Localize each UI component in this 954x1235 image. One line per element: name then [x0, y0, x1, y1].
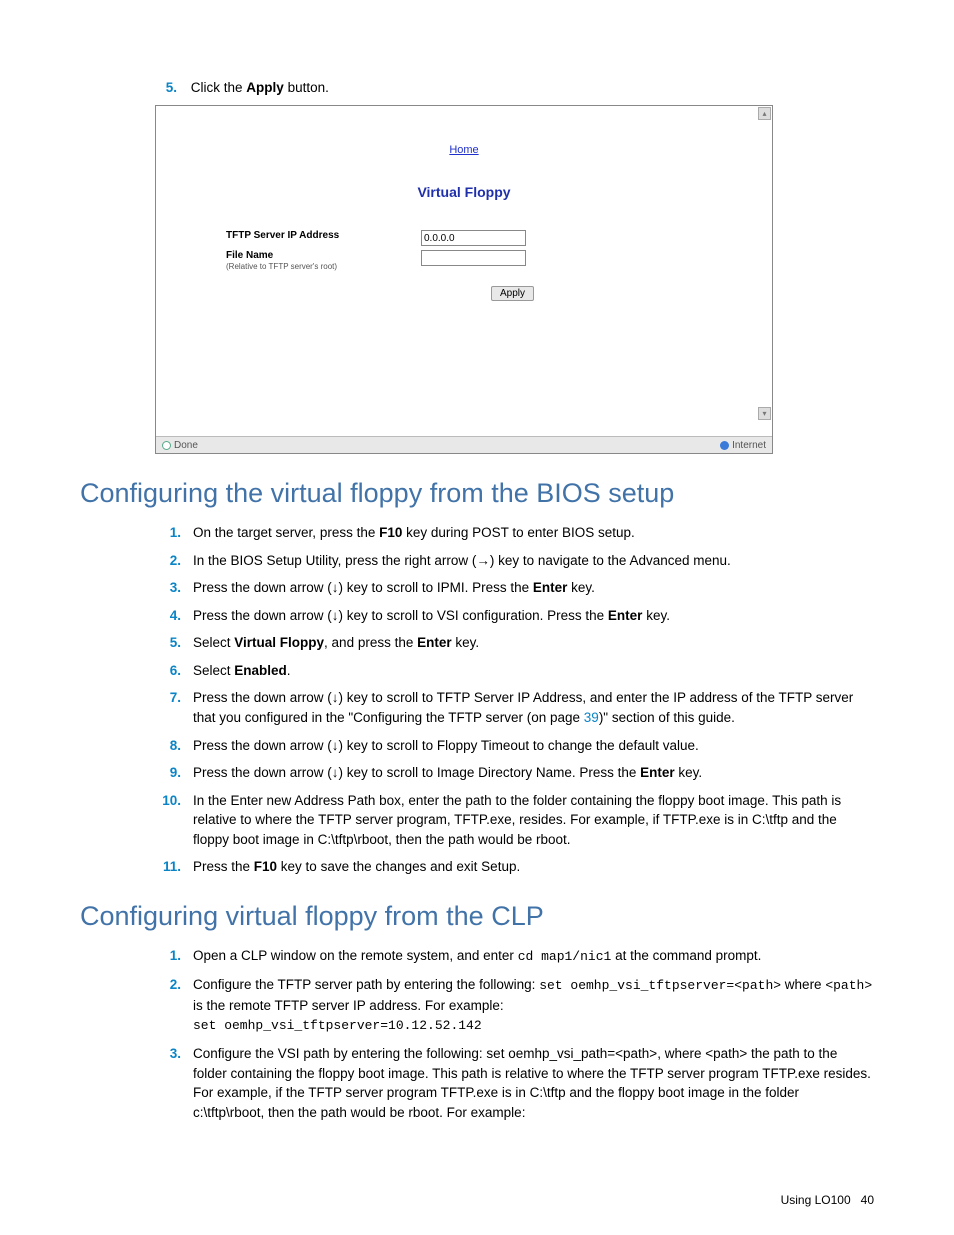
step-body: On the target server, press the F10 key …	[193, 523, 874, 543]
step-number: 2.	[155, 551, 181, 571]
list-item: 3.Configure the VSI path by entering the…	[155, 1044, 874, 1122]
heading-clp: Configuring virtual floppy from the CLP	[80, 901, 874, 932]
list-item: 3. Press the down arrow (↓) key to scroll…	[155, 578, 874, 598]
virtual-floppy-form: TFTP Server IP Address File Name (Relati…	[226, 230, 772, 301]
apply-button[interactable]: Apply	[491, 286, 534, 301]
step-body: In the BIOS Setup Utility, press the rig…	[193, 551, 874, 571]
done-icon	[162, 441, 171, 450]
step-number: 2.	[155, 975, 181, 1036]
step-body: Select Virtual Floppy, and press the Ent…	[193, 633, 874, 653]
step-body: Press the down arrow (↓) key to scroll t…	[193, 763, 874, 783]
footer-page: 40	[861, 1193, 874, 1207]
step-body: In the Enter new Address Path box, enter…	[193, 791, 874, 850]
footer-label: Using LO100	[781, 1193, 851, 1207]
list-item: 1. Open a CLP window on the remote system…	[155, 946, 874, 967]
step-body: Press the down arrow (↓) key to scroll t…	[193, 606, 874, 626]
page-ref-link[interactable]: 39	[584, 710, 599, 725]
scroll-up-icon[interactable]: ▴	[758, 107, 771, 120]
step-number: 11.	[155, 857, 181, 877]
step-body: Press the down arrow (↓) key to scroll t…	[193, 736, 874, 756]
step-number: 3.	[155, 578, 181, 598]
step-text-bold: Apply	[246, 80, 284, 95]
step-number: 5.	[155, 80, 177, 95]
step-body: Configure the TFTP server path by enteri…	[193, 975, 874, 1036]
code-text: cd map1/nic1	[518, 949, 612, 964]
step-body: Open a CLP window on the remote system, …	[193, 946, 874, 967]
status-done-text: Done	[174, 440, 198, 451]
list-item: 11. Press the F10 key to save the changes…	[155, 857, 874, 877]
file-name-label: File Name (Relative to TFTP server's roo…	[226, 250, 421, 272]
list-item: 2.Configure the TFTP server path by ente…	[155, 975, 874, 1036]
step-text-pre: Click the	[191, 80, 247, 95]
code-text: set oemhp_vsi_tftpserver=<path>	[539, 978, 781, 993]
list-item: 10. In the Enter new Address Path box, en…	[155, 791, 874, 850]
tftp-ip-input[interactable]	[421, 230, 526, 246]
step-body: Configure the VSI path by entering the f…	[193, 1044, 874, 1122]
list-item: 6. Select Enabled.	[155, 661, 874, 681]
step-number: 3.	[155, 1044, 181, 1122]
step-number: 5.	[155, 633, 181, 653]
scroll-down-icon[interactable]: ▾	[758, 407, 771, 420]
code-text: set oemhp_vsi_tftpserver=10.12.52.142	[193, 1018, 482, 1033]
page-heading: Virtual Floppy	[156, 184, 772, 200]
list-item: 7. Press the down arrow (↓) key to scroll…	[155, 688, 874, 727]
step-5-intro: 5. Click the Apply button.	[155, 80, 874, 95]
step-number: 9.	[155, 763, 181, 783]
step-number: 7.	[155, 688, 181, 727]
bios-steps-list: 1. On the target server, press the F10 ke…	[155, 523, 874, 877]
list-item: 1. On the target server, press the F10 ke…	[155, 523, 874, 543]
step-text-post: button.	[284, 80, 329, 95]
list-item: 8. Press the down arrow (↓) key to scroll…	[155, 736, 874, 756]
list-item: 4. Press the down arrow (↓) key to scroll…	[155, 606, 874, 626]
status-internet-text: Internet	[732, 440, 766, 451]
step-number: 6.	[155, 661, 181, 681]
list-item: 5. Select Virtual Floppy, and press the E…	[155, 633, 874, 653]
browser-status-bar: Done Internet	[156, 436, 772, 453]
list-item: 9. Press the down arrow (↓) key to scroll…	[155, 763, 874, 783]
tftp-ip-label: TFTP Server IP Address	[226, 230, 421, 242]
step-body: Select Enabled.	[193, 661, 874, 681]
step-number: 8.	[155, 736, 181, 756]
list-item: 2. In the BIOS Setup Utility, press the r…	[155, 551, 874, 571]
step-number: 4.	[155, 606, 181, 626]
internet-icon	[720, 441, 729, 450]
code-text: <path>	[825, 978, 872, 993]
step-body: Press the down arrow (↓) key to scroll t…	[193, 688, 874, 727]
step-number: 10.	[155, 791, 181, 850]
embedded-screenshot: ▴ Home Virtual Floppy TFTP Server IP Add…	[155, 105, 773, 454]
file-name-sublabel: (Relative to TFTP server's root)	[226, 262, 421, 272]
step-body: Press the down arrow (↓) key to scroll t…	[193, 578, 874, 598]
home-link[interactable]: Home	[156, 106, 772, 156]
page-footer: Using LO100 40	[781, 1193, 874, 1207]
clp-steps-list: 1. Open a CLP window on the remote system…	[155, 946, 874, 1122]
heading-bios-setup: Configuring the virtual floppy from the …	[80, 478, 874, 509]
file-name-input[interactable]	[421, 250, 526, 266]
step-number: 1.	[155, 946, 181, 967]
step-number: 1.	[155, 523, 181, 543]
step-body: Press the F10 key to save the changes an…	[193, 857, 874, 877]
